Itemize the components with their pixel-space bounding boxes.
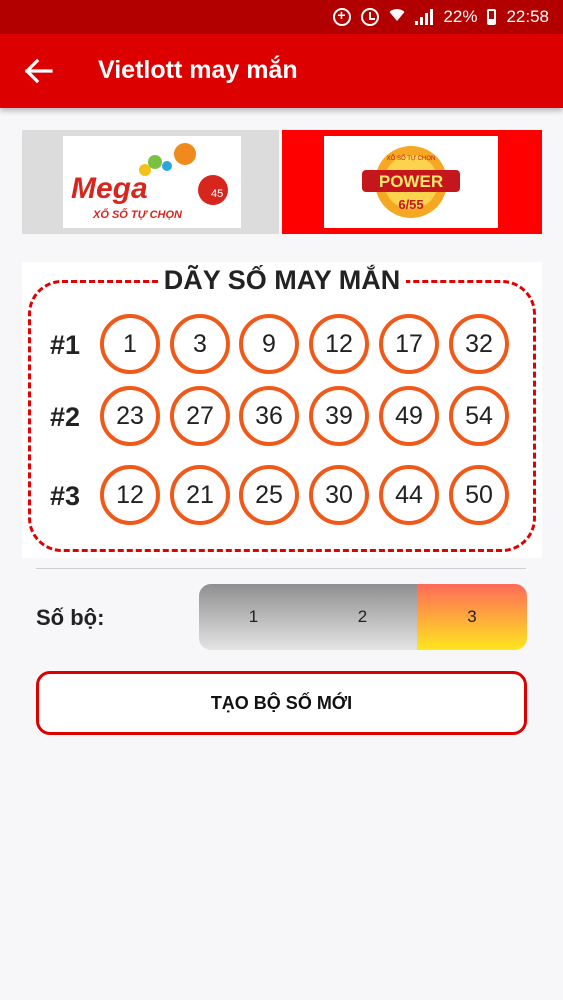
number-ball: 27: [170, 386, 230, 446]
number-ball: 36: [239, 386, 299, 446]
svg-text:6/55: 6/55: [398, 197, 423, 212]
svg-text:XỔ SỐ TỰ CHỌN: XỔ SỐ TỰ CHỌN: [387, 155, 436, 162]
divider: [36, 568, 526, 569]
lucky-numbers-title: DÃY SỐ MAY MẮN: [22, 265, 542, 296]
mega-645-logo: Mega 6 45 XỔ SỐ TỰ CHỌN: [63, 136, 241, 228]
number-ball: 32: [449, 314, 509, 374]
sets-label: Số bộ:: [36, 605, 105, 630]
wifi-icon: [389, 8, 405, 26]
number-ball: 39: [309, 386, 369, 446]
status-icons: 22% 22:58: [333, 0, 549, 34]
page-title: Vietlott may mắn: [98, 56, 298, 84]
generate-new-set-button[interactable]: TẠO BỘ SỐ MỚI: [36, 671, 527, 735]
alarm-icon: [361, 8, 380, 26]
battery-icon: [487, 9, 497, 25]
row-label: #2: [50, 402, 81, 432]
power-655-tab[interactable]: POWER 6/55 XỔ SỐ TỰ CHỌN: [282, 130, 542, 234]
number-ball: 9: [239, 314, 299, 374]
svg-text:POWER: POWER: [379, 172, 443, 191]
number-ball: 12: [309, 314, 369, 374]
back-button[interactable]: [18, 50, 60, 92]
number-ball: 23: [100, 386, 160, 446]
sets-option-3[interactable]: 3: [417, 584, 527, 650]
number-ball: 17: [379, 314, 439, 374]
lucky-numbers-title-text: DÃY SỐ MAY MẮN: [157, 265, 407, 295]
signal-icon: [415, 9, 434, 25]
row-label: #3: [50, 481, 81, 511]
number-ball: 25: [239, 465, 299, 525]
svg-text:45: 45: [211, 188, 223, 200]
number-ball: 49: [379, 386, 439, 446]
svg-text:Mega: Mega: [71, 172, 148, 205]
status-bar: 22% 22:58: [0, 0, 563, 34]
svg-text:XỔ SỐ TỰ CHỌN: XỔ SỐ TỰ CHỌN: [92, 208, 183, 221]
number-ball: 30: [309, 465, 369, 525]
number-ball: 21: [170, 465, 230, 525]
number-ball: 44: [379, 465, 439, 525]
mega-645-tab[interactable]: Mega 6 45 XỔ SỐ TỰ CHỌN: [22, 130, 279, 234]
number-ball: 3: [170, 314, 230, 374]
power-655-logo: POWER 6/55 XỔ SỐ TỰ CHỌN: [324, 136, 498, 228]
data-saver-icon: [333, 7, 352, 26]
clock: 22:58: [506, 7, 549, 26]
number-ball: 50: [449, 465, 509, 525]
row-label: #1: [50, 330, 81, 360]
number-ball: 1: [100, 314, 160, 374]
arrow-left-icon: [24, 58, 53, 84]
lucky-numbers-card: DÃY SỐ MAY MẮN #1 1 3 9 12 17 32 #2 23 2…: [22, 262, 542, 558]
number-ball: 54: [449, 386, 509, 446]
sets-option-1[interactable]: 1: [199, 584, 308, 650]
app-bar: Vietlott may mắn: [0, 34, 563, 108]
number-ball: 12: [100, 465, 160, 525]
sets-option-2[interactable]: 2: [308, 584, 417, 650]
battery-percent: 22%: [443, 7, 478, 26]
